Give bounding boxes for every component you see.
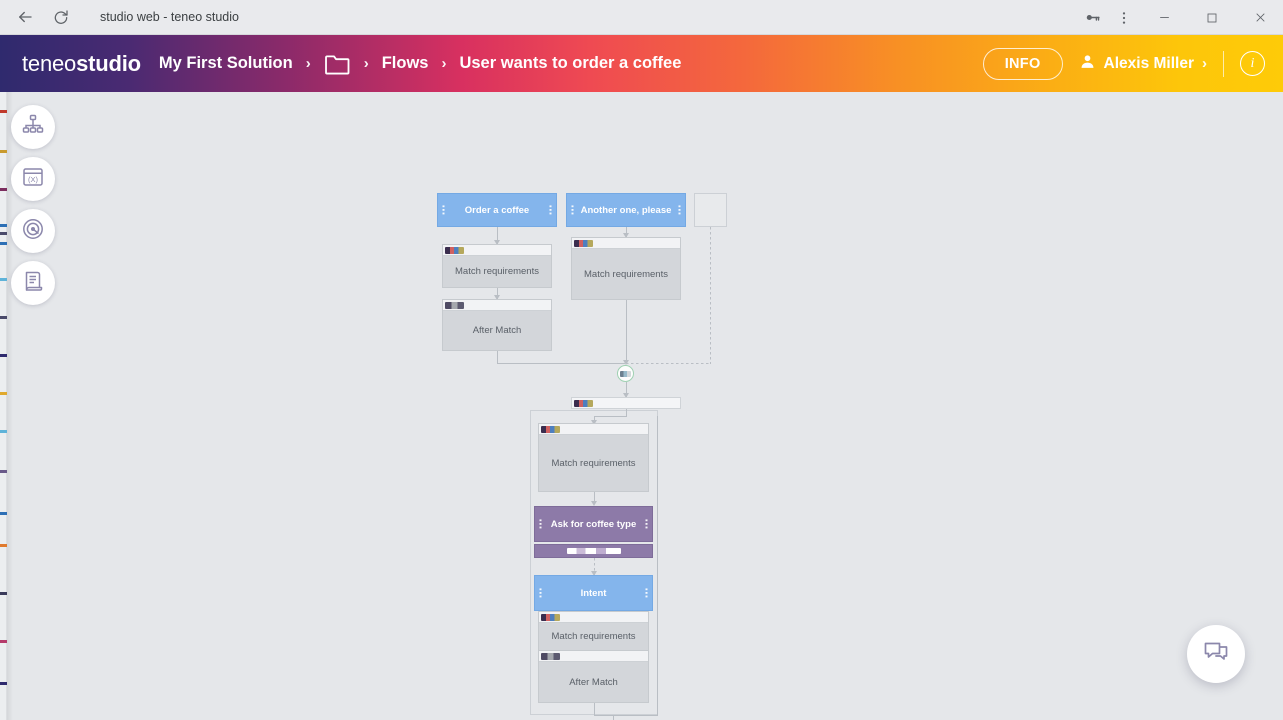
chevron-right-icon-2: › <box>363 55 369 72</box>
node-handle-right[interactable] <box>645 518 648 530</box>
flow-node-order-a-coffee[interactable]: Order a coffee <box>437 193 557 227</box>
flow-canvas-area[interactable]: (X) Order a coffee Another one, please M… <box>0 92 1283 720</box>
breadcrumb-item-current-flow[interactable]: User wants to order a coffee <box>459 54 681 73</box>
node-type-badge <box>541 425 560 433</box>
node-type-badge <box>541 652 560 660</box>
user-name-label: Alexis Miller <box>1103 54 1194 72</box>
output-strip-badge <box>566 548 621 554</box>
logo-text-light: teneo <box>22 50 77 76</box>
connector-badge <box>620 370 631 377</box>
user-menu[interactable]: Alexis Miller › <box>1079 53 1207 75</box>
flow-node-label: Match requirements <box>455 266 539 277</box>
flow-node-match-requirements-3[interactable]: Match requirements <box>538 423 649 492</box>
user-chevron-icon: › <box>1202 55 1207 72</box>
node-header-bar <box>443 300 551 311</box>
svg-text:(X): (X) <box>28 175 39 184</box>
flow-node-ask-for-coffee-type[interactable]: Ask for coffee type <box>534 506 653 542</box>
edge <box>613 715 614 720</box>
sidebar-item-flows[interactable] <box>11 105 55 149</box>
flow-node-label: After Match <box>472 325 522 336</box>
node-type-badge <box>574 239 593 247</box>
key-icon[interactable] <box>1077 7 1107 29</box>
edge <box>626 409 627 417</box>
node-handle-right[interactable] <box>678 204 681 216</box>
edge <box>594 416 626 417</box>
chevron-right-icon-3: › <box>441 55 447 72</box>
avatar-icon <box>1079 53 1096 75</box>
flow-graph[interactable]: Order a coffee Another one, please Match… <box>0 92 1283 720</box>
node-type-badge <box>574 399 593 407</box>
window-title: studio web - teneo studio <box>100 10 239 24</box>
flow-node-label: Match requirements <box>584 268 668 280</box>
chat-bubbles-icon <box>1202 638 1230 671</box>
node-handle-left[interactable] <box>539 587 542 599</box>
browser-toolbar: studio web - teneo studio <box>0 0 1283 35</box>
node-handle-left[interactable] <box>442 204 445 216</box>
flow-hierarchy-icon <box>21 113 45 142</box>
node-header-bar <box>539 424 648 435</box>
logo-text-bold: studio <box>76 50 141 76</box>
kebab-menu-icon[interactable] <box>1109 7 1139 29</box>
edge-dashed <box>710 227 711 364</box>
target-radar-icon <box>21 217 45 246</box>
app-header: teneostudio My First Solution › › Flows … <box>0 35 1283 92</box>
app-logo[interactable]: teneostudio <box>22 51 141 77</box>
node-header-bar <box>539 651 648 662</box>
flow-node-label: Match requirements <box>551 457 636 469</box>
script-document-icon <box>21 269 45 298</box>
node-handle-left[interactable] <box>571 204 574 216</box>
flow-node-another-one-please[interactable]: Another one, please <box>566 193 686 227</box>
minimize-button[interactable] <box>1141 0 1187 35</box>
edge-dashed <box>626 363 711 364</box>
variable-x-icon: (X) <box>21 165 45 194</box>
chat-widget-button[interactable] <box>1187 625 1245 683</box>
header-divider <box>1223 50 1224 77</box>
back-arrow-icon[interactable] <box>14 6 36 28</box>
node-handle-right[interactable] <box>645 587 648 599</box>
edge <box>657 416 658 716</box>
node-header-bar <box>572 238 680 249</box>
help-info-icon[interactable]: i <box>1240 51 1265 76</box>
flow-node-placeholder[interactable] <box>694 193 727 227</box>
flow-node-label: Ask for coffee type <box>550 518 637 530</box>
node-type-badge <box>445 246 464 254</box>
breadcrumb-item-solution[interactable]: My First Solution <box>159 54 293 73</box>
edge <box>497 363 625 364</box>
node-type-badge <box>445 301 464 309</box>
node-handle-right[interactable] <box>549 204 552 216</box>
flow-node-match-requirements-1[interactable]: Match requirements <box>442 244 552 288</box>
folder-icon[interactable] <box>324 53 351 75</box>
flow-node-label: Order a coffee <box>464 204 530 216</box>
flow-node-intent[interactable]: Intent <box>534 575 653 611</box>
flow-node-label: Another one, please <box>580 204 672 216</box>
reload-icon[interactable] <box>50 6 72 28</box>
sidebar-item-triggers[interactable] <box>11 209 55 253</box>
breadcrumb: My First Solution › › Flows › User wants… <box>159 53 681 75</box>
flow-node-connector-green[interactable] <box>617 365 634 382</box>
flow-node-label: Intent <box>580 587 607 599</box>
node-header-bar <box>539 612 648 623</box>
flow-node-label: Match requirements <box>551 631 636 642</box>
chevron-right-icon: › <box>305 55 311 72</box>
maximize-button[interactable] <box>1189 0 1235 35</box>
tool-rail: (X) <box>11 105 55 305</box>
edge <box>594 703 595 716</box>
flow-node-match-requirements-4[interactable]: Match requirements <box>538 611 649 651</box>
flow-node-after-match-1[interactable]: After Match <box>442 299 552 351</box>
sidebar-item-scripts[interactable] <box>11 261 55 305</box>
info-button[interactable]: INFO <box>982 47 1063 80</box>
close-button[interactable] <box>1237 0 1283 35</box>
edge <box>594 715 658 716</box>
node-handle-left[interactable] <box>539 518 542 530</box>
flow-node-output-strip[interactable] <box>534 544 653 558</box>
node-type-badge <box>541 613 560 621</box>
flow-node-bar[interactable] <box>571 397 681 409</box>
node-header-bar <box>443 245 551 256</box>
breadcrumb-item-flows[interactable]: Flows <box>382 54 429 73</box>
flow-node-after-match-2[interactable]: After Match <box>538 650 649 703</box>
flow-node-label: After Match <box>569 676 618 688</box>
sidebar-item-variables[interactable]: (X) <box>11 157 55 201</box>
edge <box>626 300 627 364</box>
flow-node-match-requirements-2[interactable]: Match requirements <box>571 237 681 300</box>
